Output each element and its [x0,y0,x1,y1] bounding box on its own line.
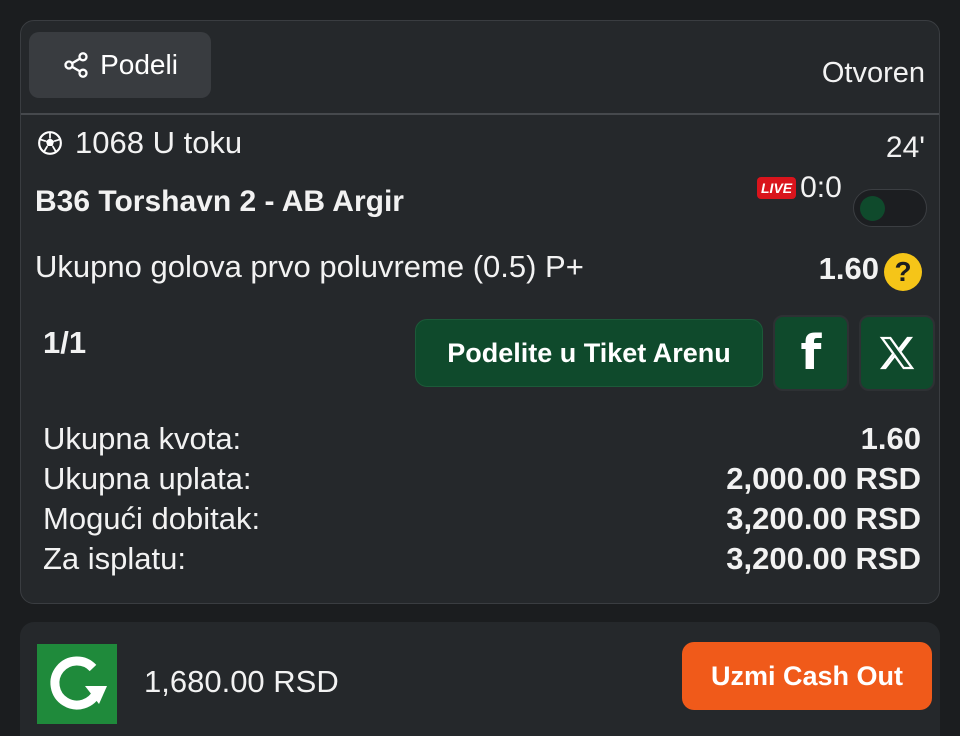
live-toggle[interactable] [853,189,927,227]
summary-label: Mogući dobitak: [43,501,261,536]
question-icon[interactable]: ? [884,253,922,291]
score: 0:0 [800,171,842,204]
tiket-arena-button[interactable]: Podelite u Tiket Arenu [415,319,763,387]
cashout-logo-graphic [50,656,107,710]
summary-label: Ukupna kvota: [43,421,242,456]
share-button[interactable]: Podeli [29,32,211,98]
cashout-logo-icon [37,644,117,724]
summary-value: 1.60 [860,421,921,456]
live-score: LIVE 0:0 [757,171,842,205]
soccer-ball-icon [38,131,62,155]
toggle-knob [860,196,885,221]
divider [21,113,939,115]
summary-label: Za isplatu: [43,541,187,576]
cashout-bar: 1,680.00 RSD Uzmi Cash Out [20,622,940,736]
summary-value: 2,000.00 RSD [726,461,921,496]
ticket-card: Podeli Otvoren 1068 U toku 24' B36 Torsh… [20,20,940,604]
share-icon [64,52,88,78]
ticket-count: 1/1 [43,325,87,360]
bet-market: Ukupno golova prvo poluvreme (0.5) P+ [35,249,584,284]
summary-row-possible-win: Mogući dobitak: 3,200.00 RSD [43,499,921,539]
x-logo-icon [879,336,915,370]
summary-row-stake: Ukupna uplata: 2,000.00 RSD [43,459,921,499]
summary-label: Ukupna uplata: [43,461,252,496]
event-code-status: 1068 U toku [75,125,243,160]
bet-odd: 1.60 [818,251,879,286]
share-button-label: Podeli [100,49,178,80]
summary-value: 3,200.00 RSD [726,501,921,536]
live-badge: LIVE [757,177,797,199]
facebook-icon: f [800,325,822,381]
facebook-share-button[interactable]: f [773,315,849,391]
x-share-button[interactable] [859,315,935,391]
summary-row-odds: Ukupna kvota: 1.60 [43,419,921,459]
match-name: B36 Torshavn 2 - AB Argir [35,185,404,218]
cashout-amount: 1,680.00 RSD [144,664,339,699]
event-info: 1068 U toku [37,125,242,161]
ticket-summary: Ukupna kvota: 1.60 Ukupna uplata: 2,000.… [43,419,921,579]
summary-value: 3,200.00 RSD [726,541,921,576]
match-minute: 24' [885,131,925,164]
ticket-status: Otvoren [821,57,925,89]
summary-row-payout: Za isplatu: 3,200.00 RSD [43,539,921,579]
cashout-button[interactable]: Uzmi Cash Out [682,642,932,710]
